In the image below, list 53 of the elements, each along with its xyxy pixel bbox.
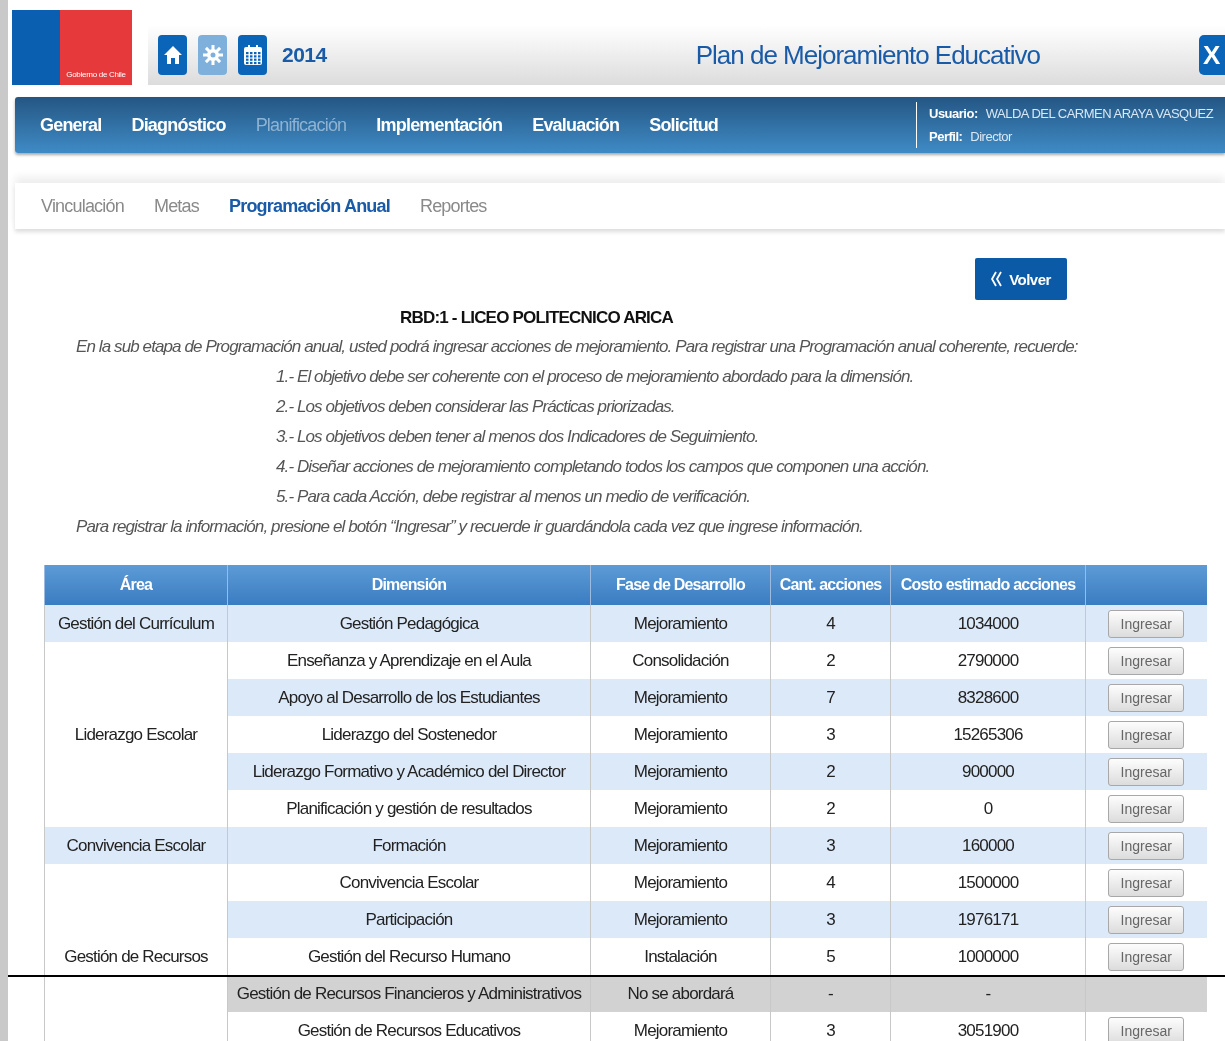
- year-label: 2014: [282, 43, 327, 67]
- close-button[interactable]: X: [1199, 35, 1225, 75]
- table-cell: 3051900: [890, 1012, 1086, 1041]
- nav-tab[interactable]: General: [40, 114, 102, 136]
- area-cell: Gestión del Currículum: [57, 613, 215, 633]
- double-chevron-icon: [991, 270, 1004, 288]
- ingresar-button[interactable]: Ingresar: [1108, 831, 1185, 860]
- instruction-item: 1.- El objetivo debe ser coherente con el proceso de mejoramiento abordado para la dimensión.: [276, 366, 915, 388]
- logo: Gobierno de Chile: [12, 10, 132, 85]
- ingresar-button[interactable]: Ingresar: [1108, 609, 1185, 638]
- ingresar-button[interactable]: Ingresar: [1108, 942, 1185, 971]
- table-cell: 3: [770, 1012, 891, 1041]
- user-name: WALDA DEL CARMEN ARAYA VASQUEZ: [985, 106, 1214, 121]
- ingresar-button[interactable]: Ingresar: [1108, 1016, 1185, 1041]
- ingresar-button[interactable]: Ingresar: [1108, 683, 1185, 712]
- ingresar-button[interactable]: Ingresar: [1108, 757, 1185, 786]
- column-header: Área: [44, 565, 228, 605]
- sub-tab[interactable]: Metas: [153, 195, 199, 217]
- table-cell: Gestión de Recursos Educativos: [227, 1012, 591, 1041]
- app-title: Plan de Mejoramiento Educativo: [695, 39, 1040, 71]
- home-icon[interactable]: [158, 35, 187, 75]
- instruction-item: 3.- Los objetivos deben tener al menos dos Indicadores de Seguimiento.: [276, 426, 760, 448]
- instruction-item: 4.- Diseñar acciones de mejoramiento completando todos los campos que componen una acción.: [276, 456, 931, 478]
- instruction-item: 2.- Los objetivos deben considerar las Prácticas priorizadas.: [276, 396, 676, 418]
- ingresar-button[interactable]: Ingresar: [1108, 646, 1185, 675]
- column-header: Cant. acciones: [770, 565, 891, 605]
- profile-label: Perfil:: [929, 129, 963, 144]
- nav-tab[interactable]: Evaluación: [532, 114, 620, 136]
- sub-tab[interactable]: Reportes: [419, 195, 487, 217]
- column-header: Dimensión: [227, 565, 591, 605]
- nav-tab[interactable]: Solicitud: [649, 114, 719, 136]
- school-title: RBD:1 - LICEO POLITECNICO ARICA: [399, 308, 674, 328]
- table-cell: Mejoramiento: [590, 1012, 771, 1041]
- profile-value: Director: [970, 129, 1012, 144]
- area-cell: Convivencia Escolar: [66, 835, 206, 855]
- nav-tab[interactable]: Implementación: [376, 114, 503, 136]
- column-header: Fase de Desarrollo: [590, 565, 771, 605]
- area-cell: Liderazgo Escolar: [74, 724, 198, 744]
- column-header: Costo estimado acciones: [890, 565, 1086, 605]
- nav-tab[interactable]: Diagnóstico: [131, 114, 226, 136]
- ingresar-button[interactable]: Ingresar: [1108, 794, 1185, 823]
- ingresar-button[interactable]: Ingresar: [1108, 905, 1185, 934]
- intro-text: En la sub etapa de Programación anual, usted podrá ingresar acciones de mejoramiento. Para registrar una Programación anual coherente, recuerde:: [76, 336, 1079, 358]
- area-cell: Gestión de Recursos: [64, 946, 208, 966]
- calendar-icon[interactable]: [238, 35, 267, 75]
- instruction-item: 5.- Para cada Acción, debe registrar al menos un medio de verificación.: [276, 486, 752, 508]
- note-text: Para registrar la información, presione el botón “Ingresar” y recuerde ir guardándola cada vez que ingrese información.: [76, 516, 864, 538]
- ingresar-button[interactable]: Ingresar: [1108, 720, 1185, 749]
- sub-tab[interactable]: Programación Anual: [228, 195, 390, 217]
- user-label: Usuario:: [929, 106, 978, 121]
- sub-tab[interactable]: Vinculación: [41, 195, 124, 217]
- ingresar-button[interactable]: Ingresar: [1108, 868, 1185, 897]
- back-button[interactable]: Volver: [975, 258, 1067, 300]
